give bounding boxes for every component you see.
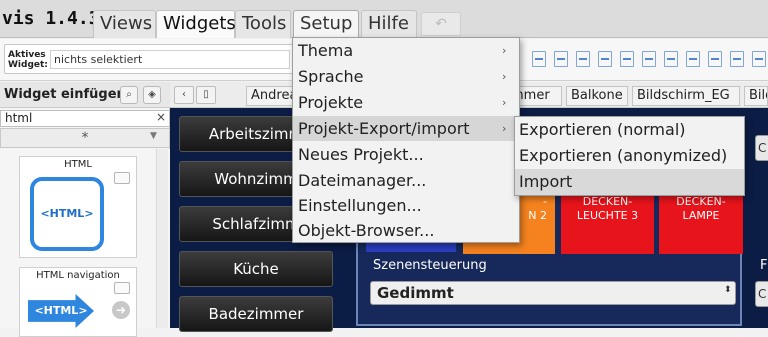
- view-tab-bildschirm-eg[interactable]: Bildschirm_EG: [632, 86, 740, 106]
- widget-card-title: HTML navigation: [36, 270, 120, 281]
- room-button-kueche[interactable]: Küche: [179, 251, 333, 287]
- submenu-arrow-icon: ›: [502, 122, 507, 135]
- submenu-arrow-icon: ›: [502, 96, 507, 109]
- tag-icon[interactable]: ◈: [143, 86, 161, 104]
- menu-item-exportieren-normal[interactable]: Exportieren (normal): [515, 117, 744, 143]
- align-bottom-icon[interactable]: [642, 51, 656, 67]
- widget-insert-title: Widget einfügen: [4, 87, 126, 102]
- menu-item-einstellungen[interactable]: Einstellungen...: [293, 193, 519, 218]
- chevron-down-icon: ▼: [150, 131, 157, 141]
- room-button-badezimmer[interactable]: Badezimmer: [179, 296, 333, 332]
- align-right-icon[interactable]: [576, 51, 590, 67]
- tab-tools[interactable]: Tools: [235, 10, 291, 38]
- app-title: vis 1.4.3: [2, 8, 100, 29]
- same-width-icon[interactable]: [708, 51, 722, 67]
- scene-label: Szenensteuerung: [373, 258, 487, 273]
- size-icon[interactable]: [752, 51, 766, 67]
- select-arrows-icon: ⬍: [724, 285, 732, 295]
- widget-filter-input[interactable]: html: [0, 110, 170, 127]
- menu-item-dateimanager[interactable]: Dateimanager...: [293, 168, 519, 193]
- active-widget-label: Aktives Widget:: [8, 50, 48, 70]
- right-label: F: [760, 258, 768, 273]
- menu-item-sprache[interactable]: Sprache: [293, 64, 519, 89]
- menu-item-neues-projekt[interactable]: Neues Projekt...: [293, 142, 519, 167]
- scene-select[interactable]: Gedimmt: [370, 281, 736, 305]
- image-icon: [114, 282, 130, 294]
- align-center-icon[interactable]: [554, 51, 568, 67]
- trash-icon[interactable]: ▯: [196, 86, 216, 104]
- undo-icon[interactable]: ↶: [421, 12, 461, 36]
- widget-list-scrollbar[interactable]: [156, 149, 168, 328]
- submenu-arrow-icon: ›: [502, 44, 507, 57]
- distribute-horizontal-icon[interactable]: [664, 51, 678, 67]
- menu-item-projekte[interactable]: Projekte: [293, 90, 519, 115]
- widget-set-select[interactable]: *: [0, 128, 170, 148]
- menu-item-projekt-export-import[interactable]: Projekt-Export/import: [293, 116, 519, 141]
- menu-item-objekt-browser[interactable]: Objekt-Browser...: [293, 218, 519, 243]
- align-top-icon[interactable]: [598, 51, 612, 67]
- image-icon: [114, 172, 130, 184]
- scene-tile-deckenleuchte-3[interactable]: DECKEN- LEUCHTE 3: [561, 190, 654, 254]
- arrow-circle-icon: ➜: [112, 301, 130, 319]
- menu-item-thema[interactable]: Thema: [293, 38, 519, 63]
- active-widget-select[interactable]: nichts selektiert: [50, 50, 290, 69]
- menu-item-import[interactable]: Import: [515, 169, 744, 195]
- views-prev-icon[interactable]: ‹: [174, 86, 194, 104]
- html-logo-icon: <HTML>: [30, 177, 104, 251]
- tab-widgets[interactable]: Widgets: [156, 10, 236, 38]
- align-middle-icon[interactable]: [620, 51, 634, 67]
- scene-tile-deckenlampe[interactable]: DECKEN- LAMPE: [659, 190, 743, 254]
- tab-hilfe[interactable]: Hilfe: [361, 10, 417, 38]
- submenu-arrow-icon: ›: [502, 70, 507, 83]
- right-button[interactable]: C: [755, 135, 768, 161]
- view-tab-bild[interactable]: Bild: [744, 86, 768, 106]
- view-tab-andrea[interactable]: Andrea: [246, 86, 294, 106]
- right-button[interactable]: C: [755, 281, 768, 307]
- distribute-vertical-icon[interactable]: [686, 51, 700, 67]
- view-tab-balkone[interactable]: Balkone: [566, 86, 628, 106]
- search-icon[interactable]: ⌕: [120, 86, 138, 104]
- tab-views[interactable]: Views: [93, 10, 156, 38]
- menu-item-exportieren-anonymized[interactable]: Exportieren (anonymized): [515, 143, 744, 169]
- clear-filter-icon[interactable]: ×: [156, 110, 166, 124]
- align-left-icon[interactable]: [532, 51, 546, 67]
- same-height-icon[interactable]: [730, 51, 744, 67]
- widget-card-title: HTML: [64, 159, 92, 170]
- tab-setup[interactable]: Setup: [293, 10, 359, 38]
